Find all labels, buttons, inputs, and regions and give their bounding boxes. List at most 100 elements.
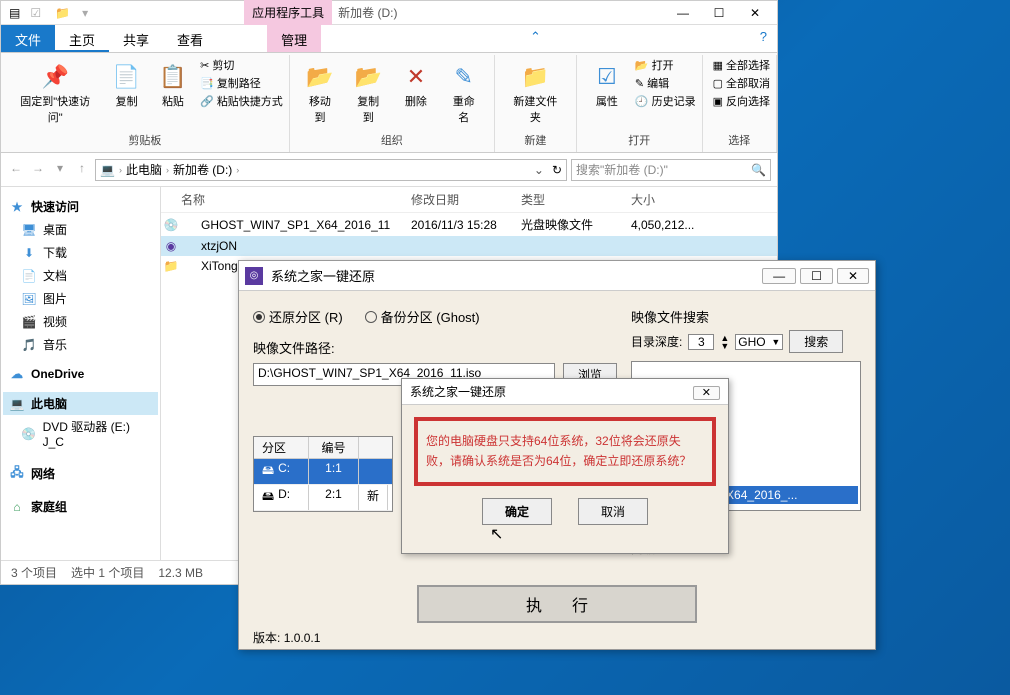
restore-close-button[interactable]: ✕ [837,268,869,284]
disc-image-icon: 💿 [161,218,181,232]
copy-path-button[interactable]: 📑 复制路径 [200,75,283,91]
ribbon-tabs: 文件 主页 共享 查看 管理 ⌃ ? [1,25,777,53]
invert-selection-button[interactable]: ▣ 反向选择 [713,93,770,109]
pin-to-quick-access-button[interactable]: 📌固定到"快速访问" [7,57,103,129]
ribbon-group-select: 选择 [728,130,750,150]
image-path-label: 映像文件路径: [253,338,617,357]
nav-bar: ← → ▾ ↑ 💻 › 此电脑 › 新加卷 (D:) › ⌄ ↻ 搜索"新加卷 … [1,153,777,187]
ext-select[interactable]: GHO▼ [735,334,783,350]
back-button[interactable]: ← [7,161,25,179]
undo-qat-icon: ☑ [26,4,45,22]
window-title: 新加卷 (D:) [338,4,397,21]
ribbon-group-clipboard: 剪贴板 [128,130,161,150]
paste-button[interactable]: 📋粘贴 [150,57,196,113]
tab-view[interactable]: 查看 [163,25,217,52]
properties-button[interactable]: ☑属性 [583,57,631,113]
radio-backup-partition[interactable]: 备份分区 (Ghost) [365,307,480,326]
sidebar-network[interactable]: 🖧网络 [3,460,158,487]
dialog-ok-button[interactable]: 确定 [482,498,552,525]
sidebar-this-pc[interactable]: 💻此电脑 [3,392,158,415]
move-to-button[interactable]: 📂移动到 [296,57,344,129]
select-none-button[interactable]: ▢ 全部取消 [713,75,770,91]
copy-to-button[interactable]: 📂复制到 [344,57,392,129]
minimize-button[interactable]: — [665,4,701,22]
sidebar-homegroup[interactable]: ⌂家庭组 [3,495,158,518]
status-item-count: 3 个项目 [11,564,57,581]
address-dropdown-icon[interactable]: ⌄ [530,163,548,177]
dialog-close-button[interactable]: ✕ [693,386,720,400]
help-icon[interactable]: ? [750,25,777,52]
partition-row[interactable]: 🖴D: 2:1 新 [254,485,392,511]
file-row[interactable]: 💿 GHOST_WIN7_SP1_X64_2016_11 2016/11/3 1… [161,213,777,236]
sidebar-music[interactable]: 🎵音乐 [3,333,158,356]
copy-button[interactable]: 📄复制 [103,57,149,113]
sidebar-documents[interactable]: 📄文档 [3,264,158,287]
dialog-title: 系统之家一键还原 [410,383,506,400]
recent-dropdown-icon[interactable]: ▾ [51,161,69,179]
quick-access-toolbar: ▤ ☑ 📁 ▾ 应用程序工具 新加卷 (D:) — ☐ ✕ [1,1,777,25]
file-row[interactable]: ◉ xtzjON [161,236,777,256]
status-selected: 选中 1 个项目 [71,564,144,581]
depth-spinner-buttons[interactable]: ▲▼ [720,334,729,350]
maximize-button[interactable]: ☐ [701,4,737,22]
partition-table: 分区 编号 🖴C: 1:1 🖴D: 2:1 新 [253,436,393,512]
edit-button[interactable]: ✎ 编辑 [635,75,696,91]
ribbon-group-open: 打开 [628,130,650,150]
refresh-icon[interactable]: ↻ [552,163,562,177]
sidebar-quick-access[interactable]: ★快速访问 [3,195,158,218]
sidebar-dvd[interactable]: 💿DVD 驱动器 (E:) J_C [3,415,158,452]
sidebar-downloads[interactable]: ⬇下载 [3,241,158,264]
app-icon: ◉ [161,239,181,253]
version-value: 1.0.0.1 [284,631,321,645]
rename-button[interactable]: ✎重命名 [440,57,488,129]
ribbon-body: 📌固定到"快速访问" 📄复制 📋粘贴 ✂ 剪切 📑 复制路径 🔗 粘贴快捷方式 … [1,53,777,153]
version-label: 版本: [253,631,280,645]
column-header-date[interactable]: 修改日期 [411,191,521,208]
column-header-size[interactable]: 大小 [631,191,711,208]
breadcrumb-drive[interactable]: 新加卷 (D:) [173,161,232,178]
qat-more-icon[interactable]: ▾ [78,4,92,22]
pc-icon: 💻 [100,163,115,177]
restore-minimize-button[interactable]: — [762,268,796,284]
history-button[interactable]: 🕘 历史记录 [635,93,696,109]
new-folder-button[interactable]: 📁新建文件夹 [501,57,570,129]
partition-header-num: 编号 [309,437,359,458]
sidebar-pictures[interactable]: 🖼图片 [3,287,158,310]
sidebar-desktop[interactable]: 🖥桌面 [3,218,158,241]
tab-file[interactable]: 文件 [1,25,55,52]
execute-button[interactable]: 执行 [417,585,697,623]
tab-home[interactable]: 主页 [55,25,109,52]
select-all-button[interactable]: ▦ 全部选择 [713,57,770,73]
ribbon-group-organize: 组织 [381,130,403,150]
dialog-cancel-button[interactable]: 取消 [578,498,648,525]
partition-row[interactable]: 🖴C: 1:1 [254,459,392,485]
paste-shortcut-button[interactable]: 🔗 粘贴快捷方式 [200,93,283,109]
forward-button[interactable]: → [29,161,47,179]
context-tab-header: 应用程序工具 [244,0,332,25]
search-box[interactable]: 搜索"新加卷 (D:)" 🔍 [571,159,771,181]
column-header-name[interactable]: 名称 [161,191,411,208]
close-button[interactable]: ✕ [737,4,773,22]
restore-maximize-button[interactable]: ☐ [800,268,833,284]
nav-sidebar: ★快速访问 🖥桌面 ⬇下载 📄文档 🖼图片 🎬视频 🎵音乐 ☁OneDrive … [1,187,161,560]
open-button[interactable]: 📂 打开 [635,57,696,73]
sidebar-onedrive[interactable]: ☁OneDrive [3,364,158,384]
properties-qat-icon[interactable]: ▤ [5,4,24,22]
tab-share[interactable]: 共享 [109,25,163,52]
cut-button[interactable]: ✂ 剪切 [200,57,283,73]
delete-button[interactable]: ✕删除 [392,57,439,113]
dialog-message: 您的电脑硬盘只支持64位系统，32位将会还原失败，请确认系统是否为64位，确定立… [414,417,716,486]
search-button[interactable]: 搜索 [789,330,843,353]
tab-manage[interactable]: 管理 [267,25,321,52]
drive-icon: 🖴 [262,487,274,508]
breadcrumb-this-pc[interactable]: 此电脑 [126,161,162,178]
up-button[interactable]: ↑ [73,161,91,179]
depth-spinner[interactable]: 3 [688,334,714,350]
sidebar-videos[interactable]: 🎬视频 [3,310,158,333]
address-bar[interactable]: 💻 › 此电脑 › 新加卷 (D:) › ⌄ ↻ [95,159,567,181]
radio-restore-partition[interactable]: 还原分区 (R) [253,307,343,326]
column-header-type[interactable]: 类型 [521,191,631,208]
folder-qat-icon[interactable]: 📁 [51,4,74,22]
ribbon-expand-icon[interactable]: ⌃ [520,25,551,52]
image-search-label: 映像文件搜索 [631,307,861,326]
